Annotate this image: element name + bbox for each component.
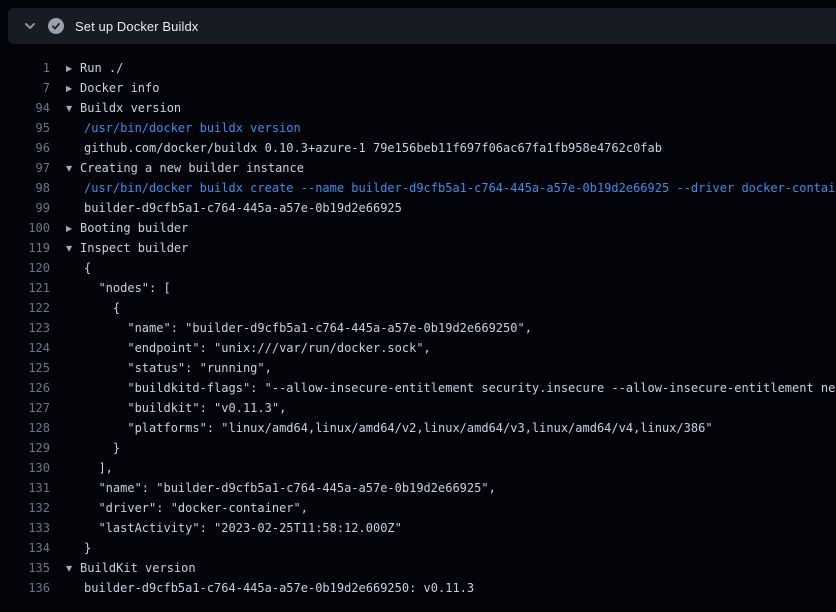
log-line: 129 } <box>0 438 836 458</box>
log-line[interactable]: 1 ▶Run ./ <box>0 58 836 78</box>
line-number[interactable]: 124 <box>0 338 50 358</box>
log-text: ], <box>84 461 113 475</box>
log-text: builder-d9cfb5a1-c764-445a-a57e-0b19d2e6… <box>84 581 474 595</box>
log-line: 127 "buildkit": "v0.11.3", <box>0 398 836 418</box>
log-text: { <box>84 261 91 275</box>
line-number[interactable]: 123 <box>0 318 50 338</box>
line-number[interactable]: 121 <box>0 278 50 298</box>
log-text: "nodes": [ <box>84 281 171 295</box>
log-text: Inspect builder <box>80 241 188 255</box>
caret-right-icon[interactable]: ▶ <box>66 79 80 98</box>
log-line: 132 "driver": "docker-container", <box>0 498 836 518</box>
log-line[interactable]: 100 ▶Booting builder <box>0 218 836 238</box>
log-text: "endpoint": "unix:///var/run/docker.sock… <box>84 341 431 355</box>
line-number[interactable]: 99 <box>0 198 50 218</box>
line-number[interactable]: 126 <box>0 378 50 398</box>
step-header[interactable]: Set up Docker Buildx <box>8 8 836 44</box>
line-number[interactable]: 94 <box>0 98 50 118</box>
log-text: "name": "builder-d9cfb5a1-c764-445a-a57e… <box>84 321 532 335</box>
log-text: { <box>84 301 120 315</box>
log-line: 96 github.com/docker/buildx 0.10.3+azure… <box>0 138 836 158</box>
line-number[interactable]: 134 <box>0 538 50 558</box>
line-number[interactable]: 100 <box>0 218 50 238</box>
step-title: Set up Docker Buildx <box>75 19 198 34</box>
log-text: "name": "builder-d9cfb5a1-c764-445a-a57e… <box>84 481 496 495</box>
line-number[interactable]: 1 <box>0 58 50 78</box>
log-text: Creating a new builder instance <box>80 161 304 175</box>
log-container: 1 ▶Run ./ 7 ▶Docker info 94 ▼Buildx vers… <box>0 44 836 598</box>
line-number[interactable]: 127 <box>0 398 50 418</box>
log-text: BuildKit version <box>80 561 196 575</box>
check-circle-icon <box>48 18 64 34</box>
line-number[interactable]: 98 <box>0 178 50 198</box>
log-line: 125 "status": "running", <box>0 358 836 378</box>
log-text: /usr/bin/docker buildx version <box>84 121 301 135</box>
log-line[interactable]: 135 ▼BuildKit version <box>0 558 836 578</box>
log-text: Run ./ <box>80 61 123 75</box>
log-text: "driver": "docker-container", <box>84 501 308 515</box>
log-line: 95 /usr/bin/docker buildx version <box>0 118 836 138</box>
log-line[interactable]: 94 ▼Buildx version <box>0 98 836 118</box>
log-text: "buildkit": "v0.11.3", <box>84 401 286 415</box>
log-line: 128 "platforms": "linux/amd64,linux/amd6… <box>0 418 836 438</box>
line-number[interactable]: 129 <box>0 438 50 458</box>
log-text: Booting builder <box>80 221 188 235</box>
log-line[interactable]: 97 ▼Creating a new builder instance <box>0 158 836 178</box>
log-text: Docker info <box>80 81 159 95</box>
caret-down-icon[interactable]: ▼ <box>66 239 80 258</box>
line-number[interactable]: 122 <box>0 298 50 318</box>
log-line: 123 "name": "builder-d9cfb5a1-c764-445a-… <box>0 318 836 338</box>
log-text: "lastActivity": "2023-02-25T11:58:12.000… <box>84 521 402 535</box>
chevron-down-icon[interactable] <box>22 18 38 34</box>
line-number[interactable]: 135 <box>0 558 50 578</box>
line-number[interactable]: 7 <box>0 78 50 98</box>
log-line: 136 builder-d9cfb5a1-c764-445a-a57e-0b19… <box>0 578 836 598</box>
caret-down-icon[interactable]: ▼ <box>66 159 80 178</box>
log-text: "status": "running", <box>84 361 272 375</box>
log-line[interactable]: 7 ▶Docker info <box>0 78 836 98</box>
line-number[interactable]: 125 <box>0 358 50 378</box>
caret-right-icon[interactable]: ▶ <box>66 59 80 78</box>
log-line: 126 "buildkitd-flags": "--allow-insecure… <box>0 378 836 398</box>
log-line: 121 "nodes": [ <box>0 278 836 298</box>
log-text: } <box>84 541 91 555</box>
line-number[interactable]: 95 <box>0 118 50 138</box>
log-line: 133 "lastActivity": "2023-02-25T11:58:12… <box>0 518 836 538</box>
caret-right-icon[interactable]: ▶ <box>66 219 80 238</box>
line-number[interactable]: 130 <box>0 458 50 478</box>
log-text: "platforms": "linux/amd64,linux/amd64/v2… <box>84 421 713 435</box>
actions-log-viewer: Set up Docker Buildx 1 ▶Run ./ 7 ▶Docker… <box>0 8 836 612</box>
log-text: /usr/bin/docker buildx create --name bui… <box>84 181 836 195</box>
line-number[interactable]: 119 <box>0 238 50 258</box>
log-line: 134 } <box>0 538 836 558</box>
caret-down-icon[interactable]: ▼ <box>66 559 80 578</box>
line-number[interactable]: 96 <box>0 138 50 158</box>
log-line: 130 ], <box>0 458 836 478</box>
log-line: 99 builder-d9cfb5a1-c764-445a-a57e-0b19d… <box>0 198 836 218</box>
line-number[interactable]: 97 <box>0 158 50 178</box>
line-number[interactable]: 131 <box>0 478 50 498</box>
line-number[interactable]: 128 <box>0 418 50 438</box>
log-line: 98 /usr/bin/docker buildx create --name … <box>0 178 836 198</box>
line-number[interactable]: 120 <box>0 258 50 278</box>
line-number[interactable]: 133 <box>0 518 50 538</box>
log-text: builder-d9cfb5a1-c764-445a-a57e-0b19d2e6… <box>84 201 402 215</box>
log-line: 124 "endpoint": "unix:///var/run/docker.… <box>0 338 836 358</box>
log-text: github.com/docker/buildx 0.10.3+azure-1 … <box>84 141 662 155</box>
log-text: Buildx version <box>80 101 181 115</box>
caret-down-icon[interactable]: ▼ <box>66 99 80 118</box>
log-text: } <box>84 441 120 455</box>
log-line[interactable]: 119 ▼Inspect builder <box>0 238 836 258</box>
line-number[interactable]: 132 <box>0 498 50 518</box>
log-line: 131 "name": "builder-d9cfb5a1-c764-445a-… <box>0 478 836 498</box>
log-line: 122 { <box>0 298 836 318</box>
log-text: "buildkitd-flags": "--allow-insecure-ent… <box>84 381 836 395</box>
log-line: 120 { <box>0 258 836 278</box>
line-number[interactable]: 136 <box>0 578 50 598</box>
